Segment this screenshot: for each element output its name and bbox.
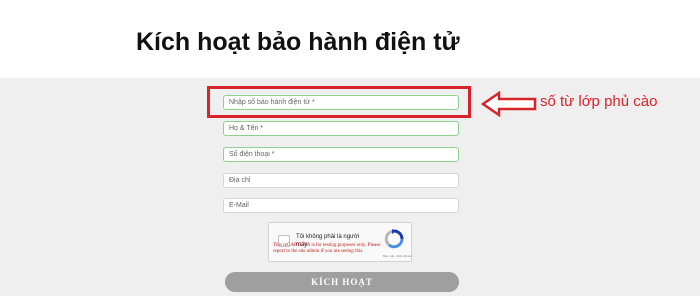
recaptcha-widget: Tôi không phải là người máy Bảo mật - Đi…	[268, 222, 412, 262]
address-field[interactable]: Địa chỉ	[223, 173, 459, 188]
recaptcha-terms-links[interactable]: Bảo mật - Điều khoản	[383, 254, 412, 258]
recaptcha-warning: This reCAPTCHA is for testing purposes o…	[273, 243, 381, 254]
annotation-label: số từ lớp phủ cào	[540, 93, 658, 110]
page-title: Kích hoạt bảo hành điện tử	[136, 28, 460, 56]
phone-field[interactable]: Số điện thoại *	[223, 147, 459, 162]
full-name-field[interactable]: Họ & Tên *	[223, 121, 459, 136]
arrow-left-outline-icon	[481, 91, 537, 117]
email-field[interactable]: E-Mail	[223, 198, 459, 213]
activate-button[interactable]: KÍCH HOẠT	[225, 272, 459, 292]
highlight-box	[207, 86, 471, 118]
recaptcha-logo-icon	[384, 229, 404, 249]
